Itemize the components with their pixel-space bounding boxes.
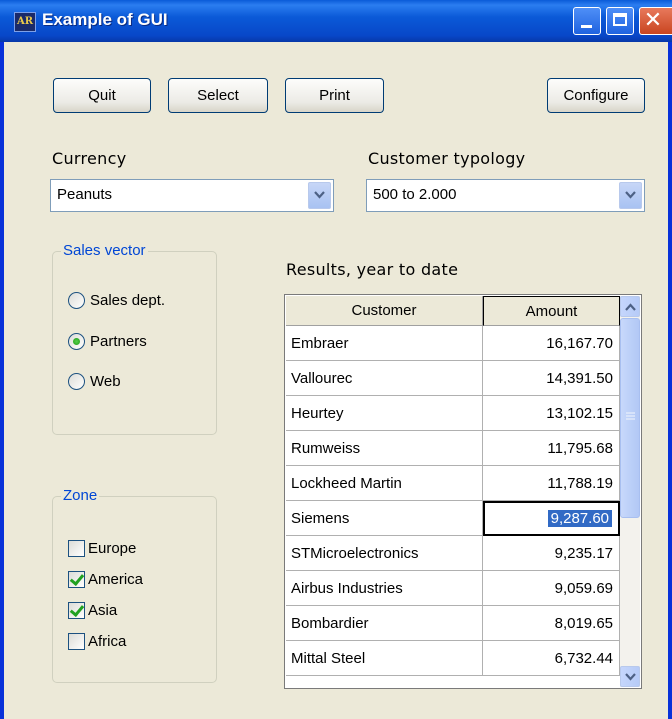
customer-cell[interactable]: Embraer [286, 326, 483, 361]
print-button[interactable]: Print [285, 78, 384, 113]
sales-vector-group: Sales vector Sales dept. Partners Web [52, 242, 217, 435]
radio-button[interactable] [68, 372, 85, 390]
chevron-down-icon [314, 191, 325, 199]
checkbox-label: Asia [88, 601, 118, 619]
amount-cell[interactable]: 13,102.15 [483, 396, 620, 431]
checkbox-america[interactable]: America [68, 568, 143, 590]
zone-title: Zone [61, 487, 100, 504]
amount-cell[interactable]: 9,059.69 [483, 571, 620, 606]
currency-value: Peanuts [57, 186, 113, 203]
table-row[interactable]: Bombardier 8,019.65 [286, 606, 620, 641]
radio-button[interactable] [68, 332, 85, 350]
sales-vector-title: Sales vector [61, 242, 148, 259]
customer-cell[interactable]: STMicroelectronics [286, 536, 483, 571]
column-header-amount[interactable]: Amount [483, 296, 620, 326]
checkbox-label: Africa [88, 632, 127, 650]
select-button[interactable]: Select [168, 78, 268, 113]
chevron-up-icon [625, 303, 636, 311]
customer-cell[interactable]: Vallourec [286, 361, 483, 396]
chevron-down-icon [625, 191, 636, 199]
radio-label: Web [90, 372, 121, 390]
selected-amount-text: 9,287.60 [547, 510, 612, 527]
typology-select[interactable]: 500 to 2.000 [366, 179, 645, 212]
table-row[interactable]: Lockheed Martin 11,788.19 [286, 466, 620, 501]
close-button[interactable]: ✕ [639, 7, 672, 35]
table-row[interactable]: Mittal Steel 6,732.44 [286, 641, 620, 676]
typology-value: 500 to 2.000 [373, 186, 457, 203]
title-bar[interactable]: AR Example of GUI ✕ [0, 0, 672, 42]
currency-dropdown-button[interactable] [308, 182, 331, 209]
vertical-scrollbar[interactable] [620, 296, 640, 687]
maximize-icon [613, 13, 627, 26]
results-table[interactable]: Customer Amount Embraer 16,167.70 Vallou… [284, 294, 642, 689]
app-logo-icon[interactable]: AR [14, 12, 36, 32]
amount-cell-selected[interactable]: 9,287.60 [483, 501, 620, 536]
checkbox[interactable] [68, 570, 85, 588]
typology-label: Customer typology [368, 149, 526, 168]
customer-cell[interactable]: Siemens [286, 501, 483, 536]
checkbox-label: Europe [88, 539, 137, 557]
scroll-down-button[interactable] [620, 666, 640, 687]
customer-cell[interactable]: Rumweiss [286, 431, 483, 466]
radio-label: Partners [90, 332, 147, 350]
configure-button[interactable]: Configure [547, 78, 645, 113]
radio-label: Sales dept. [90, 291, 166, 309]
amount-cell[interactable]: 14,391.50 [483, 361, 620, 396]
app-window: AR Example of GUI ✕ Quit Select Print Co… [0, 0, 672, 719]
table-row[interactable]: STMicroelectronics 9,235.17 [286, 536, 620, 571]
checkbox[interactable] [68, 601, 85, 619]
minimize-icon [581, 25, 592, 28]
amount-cell[interactable]: 8,019.65 [483, 606, 620, 641]
radio-sales-dept[interactable]: Sales dept. [68, 289, 165, 311]
table-row[interactable]: Heurtey 13,102.15 [286, 396, 620, 431]
maximize-button[interactable] [606, 7, 634, 35]
table-row[interactable]: Embraer 16,167.70 [286, 326, 620, 361]
radio-button[interactable] [68, 291, 85, 309]
zone-group: Zone Europe America Asia Africa [52, 487, 217, 683]
checkbox-africa[interactable]: Africa [68, 630, 126, 652]
amount-cell[interactable]: 6,732.44 [483, 641, 620, 676]
close-icon: ✕ [643, 8, 663, 33]
customer-cell[interactable]: Heurtey [286, 396, 483, 431]
scroll-up-button[interactable] [620, 296, 640, 317]
scrollbar-thumb[interactable] [620, 318, 640, 518]
quit-button[interactable]: Quit [53, 78, 151, 113]
customer-cell[interactable]: Lockheed Martin [286, 466, 483, 501]
client-area: Quit Select Print Configure Currency Pea… [4, 42, 668, 719]
checkbox[interactable] [68, 632, 85, 650]
checkbox-asia[interactable]: Asia [68, 599, 117, 621]
table-row[interactable]: Rumweiss 11,795.68 [286, 431, 620, 466]
chevron-down-icon [625, 673, 636, 681]
radio-partners[interactable]: Partners [68, 330, 147, 352]
checkbox-label: America [88, 570, 144, 588]
customer-cell[interactable]: Bombardier [286, 606, 483, 641]
results-caption: Results, year to date [286, 260, 459, 279]
table-row-selected[interactable]: Siemens 9,287.60 [286, 501, 620, 536]
table-row[interactable]: Vallourec 14,391.50 [286, 361, 620, 396]
checkbox-europe[interactable]: Europe [68, 537, 136, 559]
checkbox[interactable] [68, 539, 85, 557]
customer-cell[interactable]: Airbus Industries [286, 571, 483, 606]
window-title: Example of GUI [42, 10, 168, 29]
amount-cell[interactable]: 16,167.70 [483, 326, 620, 361]
customer-cell[interactable]: Mittal Steel [286, 641, 483, 676]
column-header-customer[interactable]: Customer [286, 296, 483, 326]
currency-select[interactable]: Peanuts [50, 179, 334, 212]
amount-cell[interactable]: 11,795.68 [483, 431, 620, 466]
typology-dropdown-button[interactable] [619, 182, 642, 209]
amount-cell[interactable]: 11,788.19 [483, 466, 620, 501]
grip-icon [626, 412, 635, 420]
amount-cell[interactable]: 9,235.17 [483, 536, 620, 571]
table-row[interactable]: Airbus Industries 9,059.69 [286, 571, 620, 606]
minimize-button[interactable] [573, 7, 601, 35]
currency-label: Currency [52, 149, 127, 168]
radio-web[interactable]: Web [68, 370, 121, 392]
